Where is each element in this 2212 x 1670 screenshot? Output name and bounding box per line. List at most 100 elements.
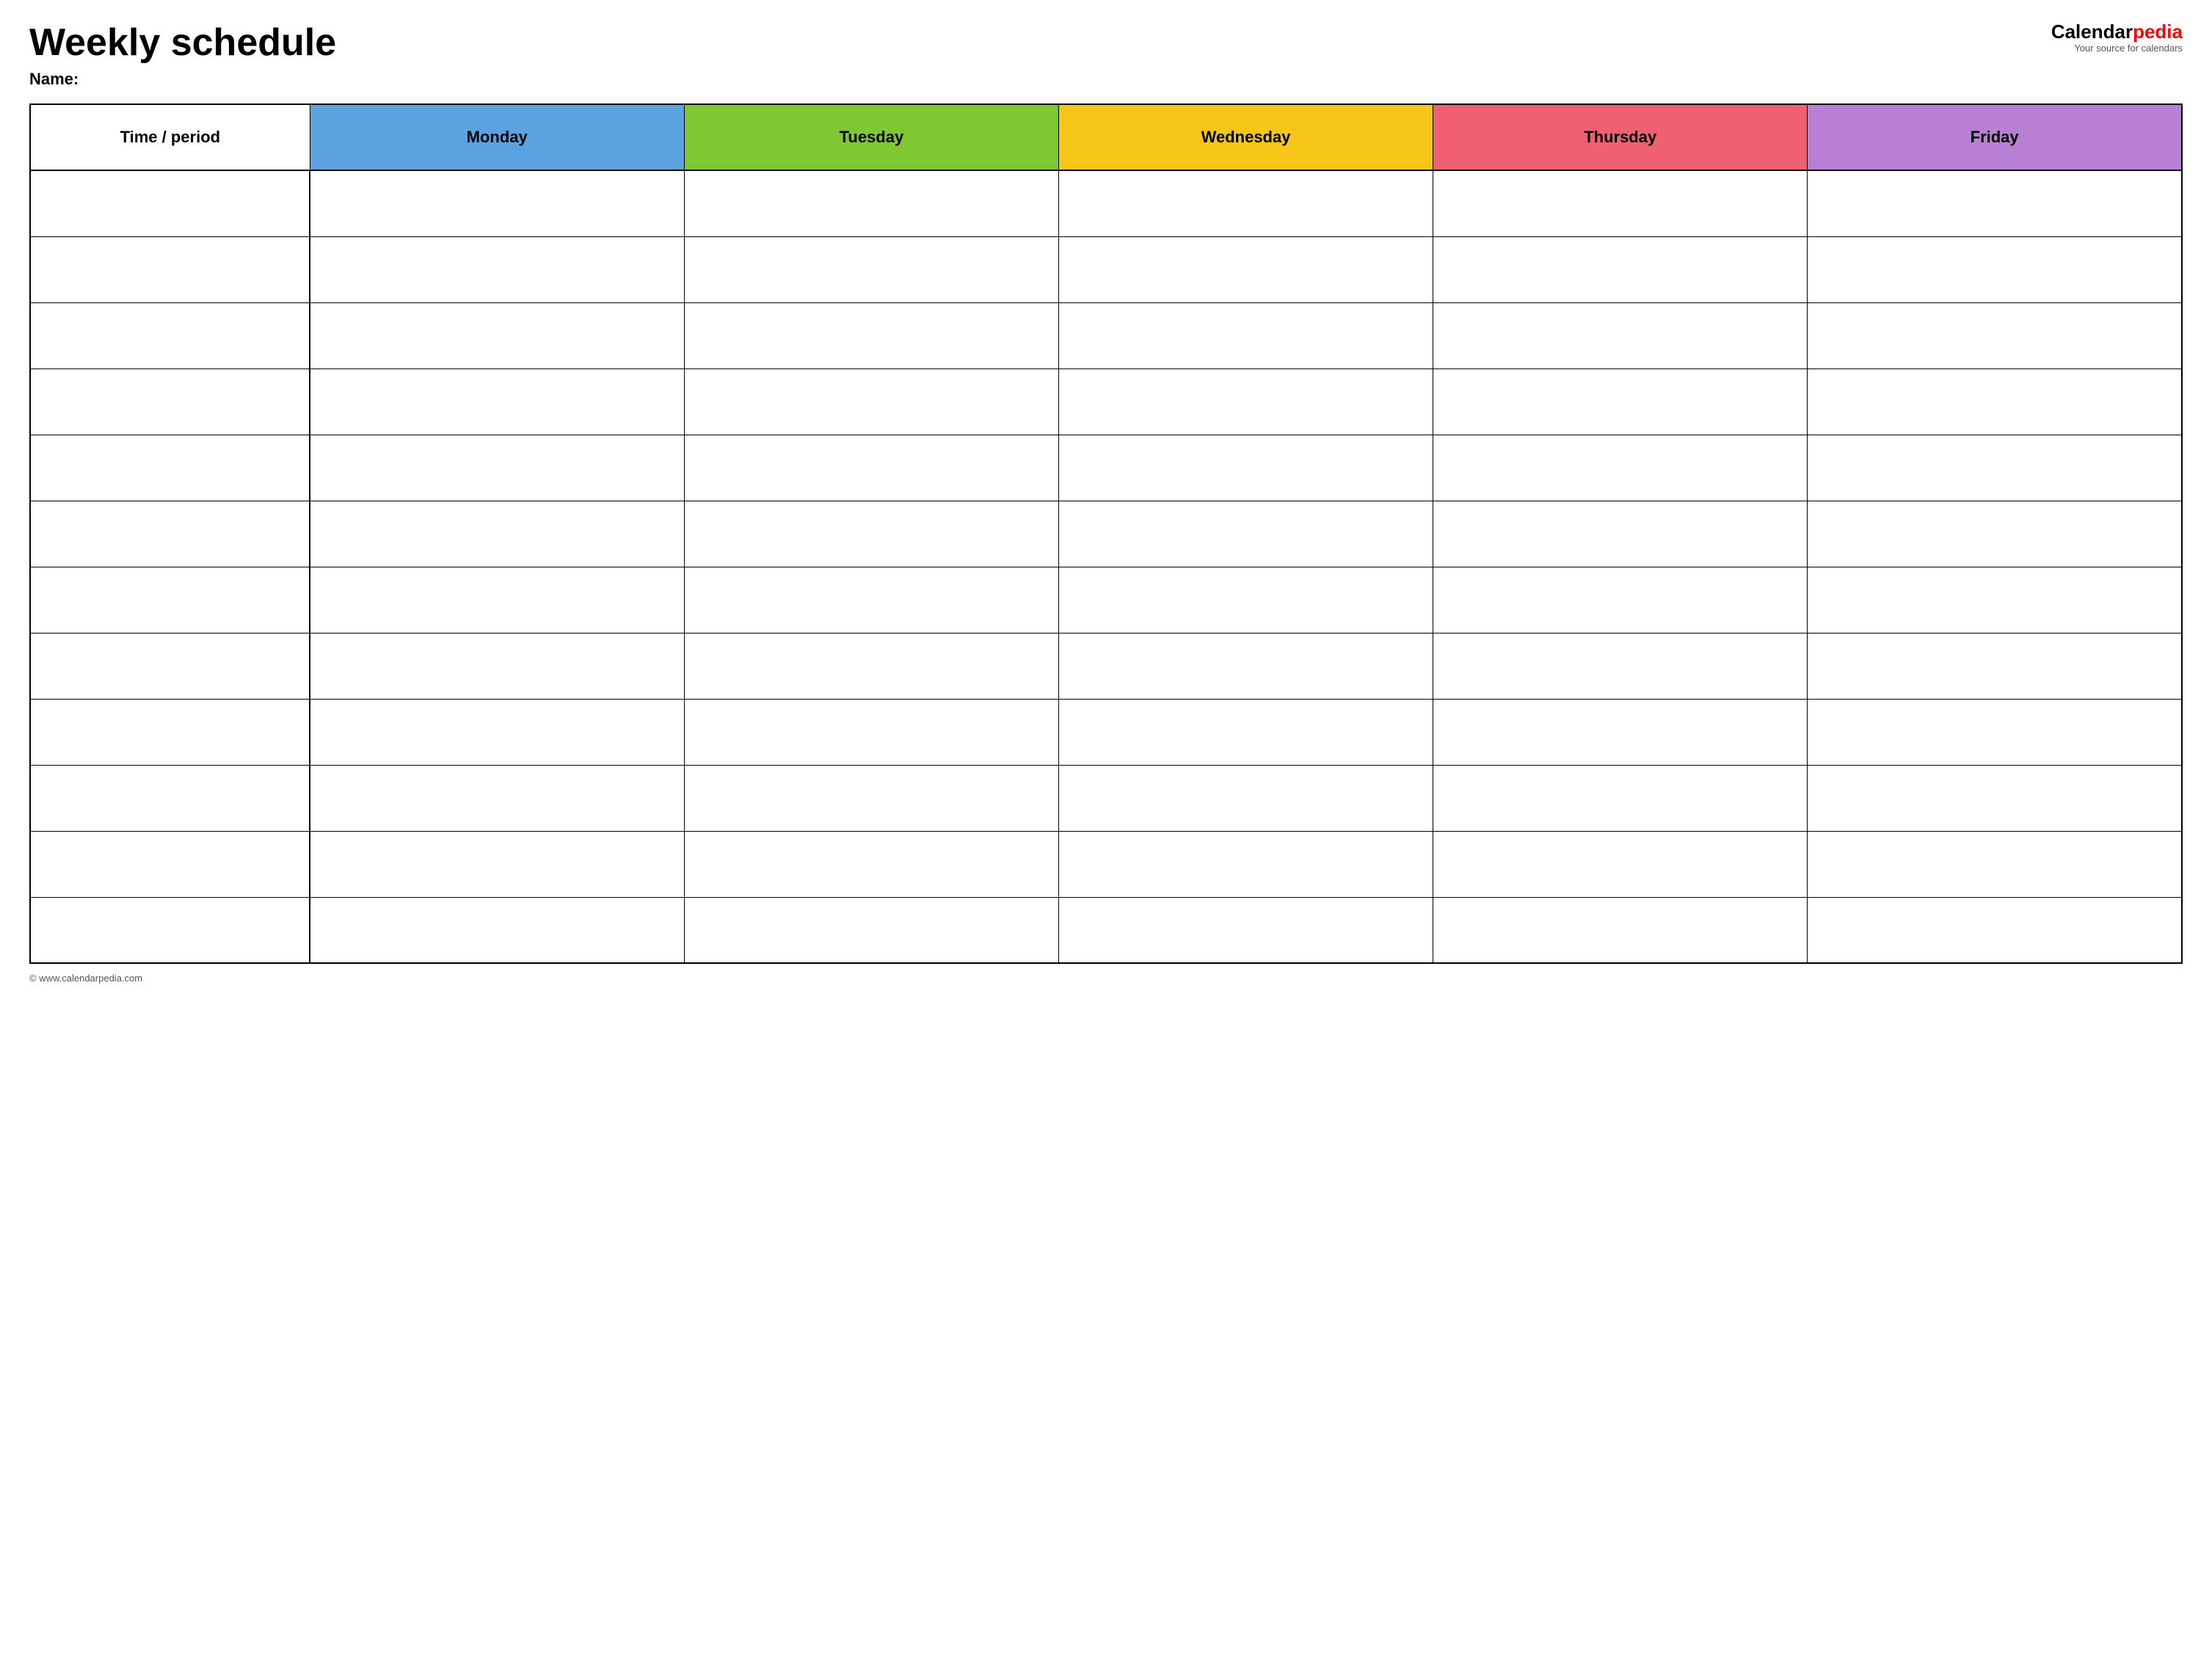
- schedule-cell[interactable]: [1433, 567, 1808, 633]
- schedule-cell[interactable]: [684, 765, 1058, 831]
- schedule-cell[interactable]: [310, 501, 684, 567]
- footer: © www.calendarpedia.com: [29, 973, 2183, 984]
- schedule-cell[interactable]: [310, 170, 684, 236]
- table-row: [30, 170, 2182, 236]
- schedule-body: [30, 170, 2182, 963]
- schedule-cell[interactable]: [684, 633, 1058, 699]
- schedule-cell[interactable]: [1433, 765, 1808, 831]
- schedule-cell[interactable]: [1808, 897, 2182, 963]
- time-cell[interactable]: [30, 633, 310, 699]
- schedule-cell[interactable]: [1433, 897, 1808, 963]
- schedule-cell[interactable]: [1433, 633, 1808, 699]
- col-header-wednesday: Wednesday: [1058, 104, 1433, 170]
- table-row: [30, 567, 2182, 633]
- schedule-cell[interactable]: [1058, 699, 1433, 765]
- schedule-cell[interactable]: [310, 369, 684, 435]
- table-row: [30, 765, 2182, 831]
- schedule-cell[interactable]: [1058, 302, 1433, 369]
- col-header-tuesday: Tuesday: [684, 104, 1058, 170]
- time-cell[interactable]: [30, 831, 310, 897]
- footer-url: © www.calendarpedia.com: [29, 973, 142, 984]
- table-row: [30, 369, 2182, 435]
- schedule-cell[interactable]: [1058, 567, 1433, 633]
- schedule-cell[interactable]: [310, 236, 684, 302]
- schedule-cell[interactable]: [1808, 435, 2182, 501]
- schedule-cell[interactable]: [684, 897, 1058, 963]
- schedule-cell[interactable]: [1058, 501, 1433, 567]
- schedule-cell[interactable]: [1058, 435, 1433, 501]
- schedule-cell[interactable]: [310, 897, 684, 963]
- col-header-thursday: Thursday: [1433, 104, 1808, 170]
- schedule-cell[interactable]: [1058, 897, 1433, 963]
- schedule-cell[interactable]: [1808, 633, 2182, 699]
- time-cell[interactable]: [30, 435, 310, 501]
- schedule-cell[interactable]: [1808, 567, 2182, 633]
- schedule-cell[interactable]: [684, 567, 1058, 633]
- time-cell[interactable]: [30, 170, 310, 236]
- schedule-cell[interactable]: [684, 435, 1058, 501]
- time-cell[interactable]: [30, 302, 310, 369]
- schedule-cell[interactable]: [684, 369, 1058, 435]
- schedule-cell[interactable]: [684, 831, 1058, 897]
- schedule-cell[interactable]: [1433, 369, 1808, 435]
- page-header: Weekly schedule Name: Calendarpedia Your…: [29, 22, 2183, 89]
- schedule-cell[interactable]: [310, 567, 684, 633]
- time-cell[interactable]: [30, 567, 310, 633]
- time-cell[interactable]: [30, 236, 310, 302]
- schedule-cell[interactable]: [684, 501, 1058, 567]
- schedule-cell[interactable]: [1808, 699, 2182, 765]
- schedule-cell[interactable]: [310, 633, 684, 699]
- schedule-cell[interactable]: [1433, 435, 1808, 501]
- schedule-cell[interactable]: [1808, 765, 2182, 831]
- schedule-cell[interactable]: [684, 236, 1058, 302]
- schedule-cell[interactable]: [684, 699, 1058, 765]
- col-header-time: Time / period: [30, 104, 310, 170]
- schedule-cell[interactable]: [1808, 831, 2182, 897]
- time-cell[interactable]: [30, 501, 310, 567]
- logo-calendar-text: Calendar: [2051, 21, 2133, 43]
- schedule-cell[interactable]: [684, 302, 1058, 369]
- logo: Calendarpedia: [2051, 22, 2183, 41]
- name-label: Name:: [29, 70, 336, 89]
- schedule-cell[interactable]: [1433, 236, 1808, 302]
- table-row: [30, 236, 2182, 302]
- table-row: [30, 897, 2182, 963]
- title-section: Weekly schedule Name:: [29, 22, 336, 89]
- schedule-cell[interactable]: [1433, 170, 1808, 236]
- schedule-cell[interactable]: [310, 831, 684, 897]
- schedule-cell[interactable]: [1058, 369, 1433, 435]
- page-title: Weekly schedule: [29, 22, 336, 64]
- table-row: [30, 302, 2182, 369]
- schedule-cell[interactable]: [1058, 831, 1433, 897]
- time-cell[interactable]: [30, 897, 310, 963]
- schedule-cell[interactable]: [684, 170, 1058, 236]
- schedule-cell[interactable]: [1808, 501, 2182, 567]
- schedule-cell[interactable]: [1058, 765, 1433, 831]
- schedule-cell[interactable]: [1433, 302, 1808, 369]
- schedule-cell[interactable]: [1058, 170, 1433, 236]
- schedule-cell[interactable]: [1433, 501, 1808, 567]
- schedule-cell[interactable]: [1808, 170, 2182, 236]
- schedule-cell[interactable]: [1808, 236, 2182, 302]
- schedule-cell[interactable]: [310, 435, 684, 501]
- col-header-friday: Friday: [1808, 104, 2182, 170]
- schedule-cell[interactable]: [1433, 831, 1808, 897]
- logo-pedia-text: pedia: [2133, 21, 2183, 43]
- schedule-cell[interactable]: [1058, 633, 1433, 699]
- schedule-cell[interactable]: [310, 302, 684, 369]
- logo-tagline: Your source for calendars: [2074, 43, 2183, 54]
- table-header-row: Time / period Monday Tuesday Wednesday T…: [30, 104, 2182, 170]
- time-cell[interactable]: [30, 765, 310, 831]
- schedule-cell[interactable]: [1808, 369, 2182, 435]
- schedule-cell[interactable]: [1808, 302, 2182, 369]
- schedule-cell[interactable]: [1058, 236, 1433, 302]
- table-row: [30, 435, 2182, 501]
- schedule-cell[interactable]: [1433, 699, 1808, 765]
- time-cell[interactable]: [30, 699, 310, 765]
- schedule-cell[interactable]: [310, 765, 684, 831]
- schedule-cell[interactable]: [310, 699, 684, 765]
- time-cell[interactable]: [30, 369, 310, 435]
- logo-section: Calendarpedia Your source for calendars: [2051, 22, 2183, 54]
- schedule-table: Time / period Monday Tuesday Wednesday T…: [29, 104, 2183, 964]
- table-row: [30, 699, 2182, 765]
